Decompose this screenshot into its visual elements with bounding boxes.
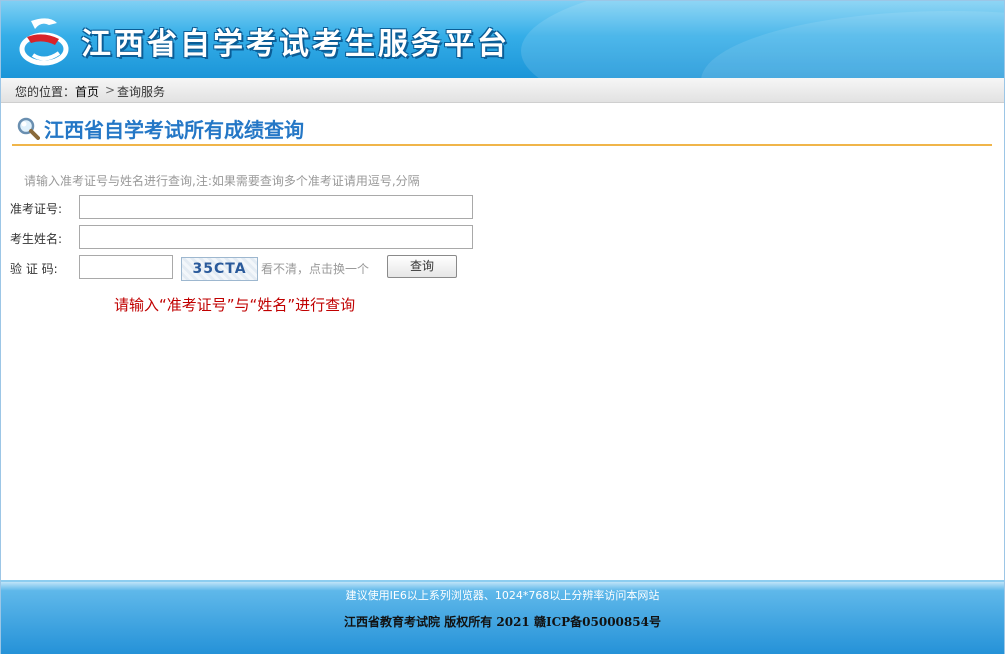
form-hint: 请输入准考证号与姓名进行查询,注:如果需要查询多个准考证请用逗号,分隔 bbox=[24, 174, 420, 188]
breadcrumb-current: 查询服务 bbox=[117, 85, 166, 99]
exam-id-label: 准考证号: bbox=[10, 202, 63, 216]
breadcrumb: 您的位置： 首页 > 查询服务 bbox=[1, 78, 1004, 103]
exam-id-input[interactable] bbox=[79, 195, 473, 219]
captcha-refresh-link[interactable]: 看不清，点击换一个 bbox=[261, 260, 369, 277]
header-banner: 江西省自学考试考生服务平台 bbox=[1, 1, 1004, 78]
name-input[interactable] bbox=[79, 225, 473, 249]
magnifier-icon bbox=[17, 117, 40, 140]
captcha-input[interactable] bbox=[79, 255, 173, 279]
breadcrumb-home-link[interactable]: 首页 bbox=[75, 83, 99, 100]
name-label: 考生姓名: bbox=[10, 232, 63, 246]
footer-copyright: 江西省教育考试院 版权所有 2021 赣ICP备05000854号 bbox=[344, 615, 661, 629]
site-title: 江西省自学考试考生服务平台 bbox=[81, 27, 510, 62]
site-logo-icon bbox=[19, 18, 69, 66]
breadcrumb-prefix: 您的位置： bbox=[15, 85, 76, 99]
footer-browser-notice: 建议使用IE6以上系列浏览器、1024*768以上分辨率访问本网站 bbox=[345, 589, 660, 602]
breadcrumb-separator: > bbox=[105, 83, 116, 97]
page-title-bar: 江西省自学考试所有成绩查询 bbox=[12, 112, 992, 146]
query-button[interactable]: 查询 bbox=[387, 255, 457, 278]
captcha-label: 验 证 码: bbox=[10, 262, 58, 276]
captcha-image[interactable]: 35CTA bbox=[181, 257, 258, 281]
footer: 建议使用IE6以上系列浏览器、1024*768以上分辨率访问本网站 江西省教育考… bbox=[1, 580, 1004, 654]
page-title: 江西省自学考试所有成绩查询 bbox=[44, 118, 304, 142]
validation-message: 请输入“准考证号”与“姓名”进行查询 bbox=[114, 296, 356, 314]
